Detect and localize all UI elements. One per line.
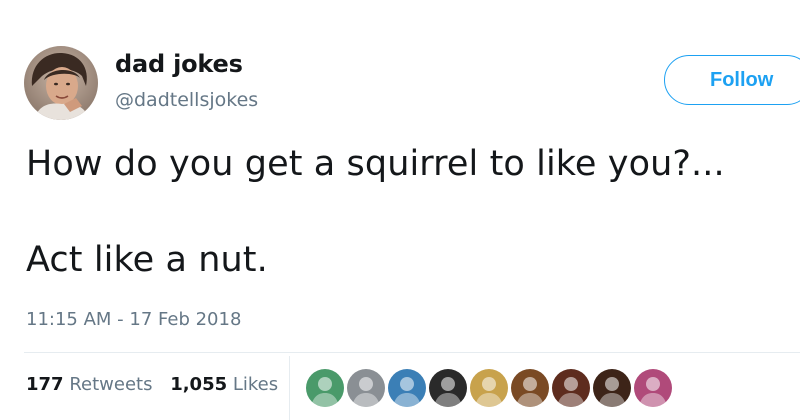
tweet-text-line-1: How do you get a squirrel to like you?..…	[26, 144, 725, 184]
tweet-text-line-2: Act like a nut.	[26, 240, 268, 280]
likes-label: Likes	[232, 374, 279, 395]
engagement-stats: 177 Retweets 1,055 Likes	[26, 374, 278, 395]
retweets-label: Retweets	[69, 374, 153, 395]
author-avatar[interactable]	[24, 46, 98, 120]
stats-vertical-divider	[289, 356, 290, 420]
profile-photo-icon	[24, 46, 98, 120]
liker-avatar-icon[interactable]	[633, 368, 673, 408]
liker-avatar-icon[interactable]	[592, 368, 632, 408]
liker-avatar-icon[interactable]	[387, 368, 427, 408]
stats-divider	[24, 352, 800, 353]
follow-button[interactable]: Follow	[664, 55, 800, 105]
liker-avatar-icon[interactable]	[428, 368, 468, 408]
liker-avatar-icon[interactable]	[510, 368, 550, 408]
author-handle[interactable]: @dadtellsjokes	[115, 89, 258, 111]
tweet-timestamp[interactable]: 11:15 AM - 17 Feb 2018	[26, 309, 241, 330]
retweets-count: 177	[26, 374, 64, 395]
liker-avatar-icon[interactable]	[469, 368, 509, 408]
liker-avatar-icon[interactable]	[551, 368, 591, 408]
retweets-stat[interactable]: 177 Retweets	[26, 374, 158, 395]
likes-count: 1,055	[170, 374, 228, 395]
author-display-name[interactable]: dad jokes	[115, 50, 243, 78]
liker-avatar-icon[interactable]	[346, 368, 386, 408]
likes-stat[interactable]: 1,055 Likes	[170, 374, 278, 395]
liker-avatar-icon[interactable]	[305, 368, 345, 408]
